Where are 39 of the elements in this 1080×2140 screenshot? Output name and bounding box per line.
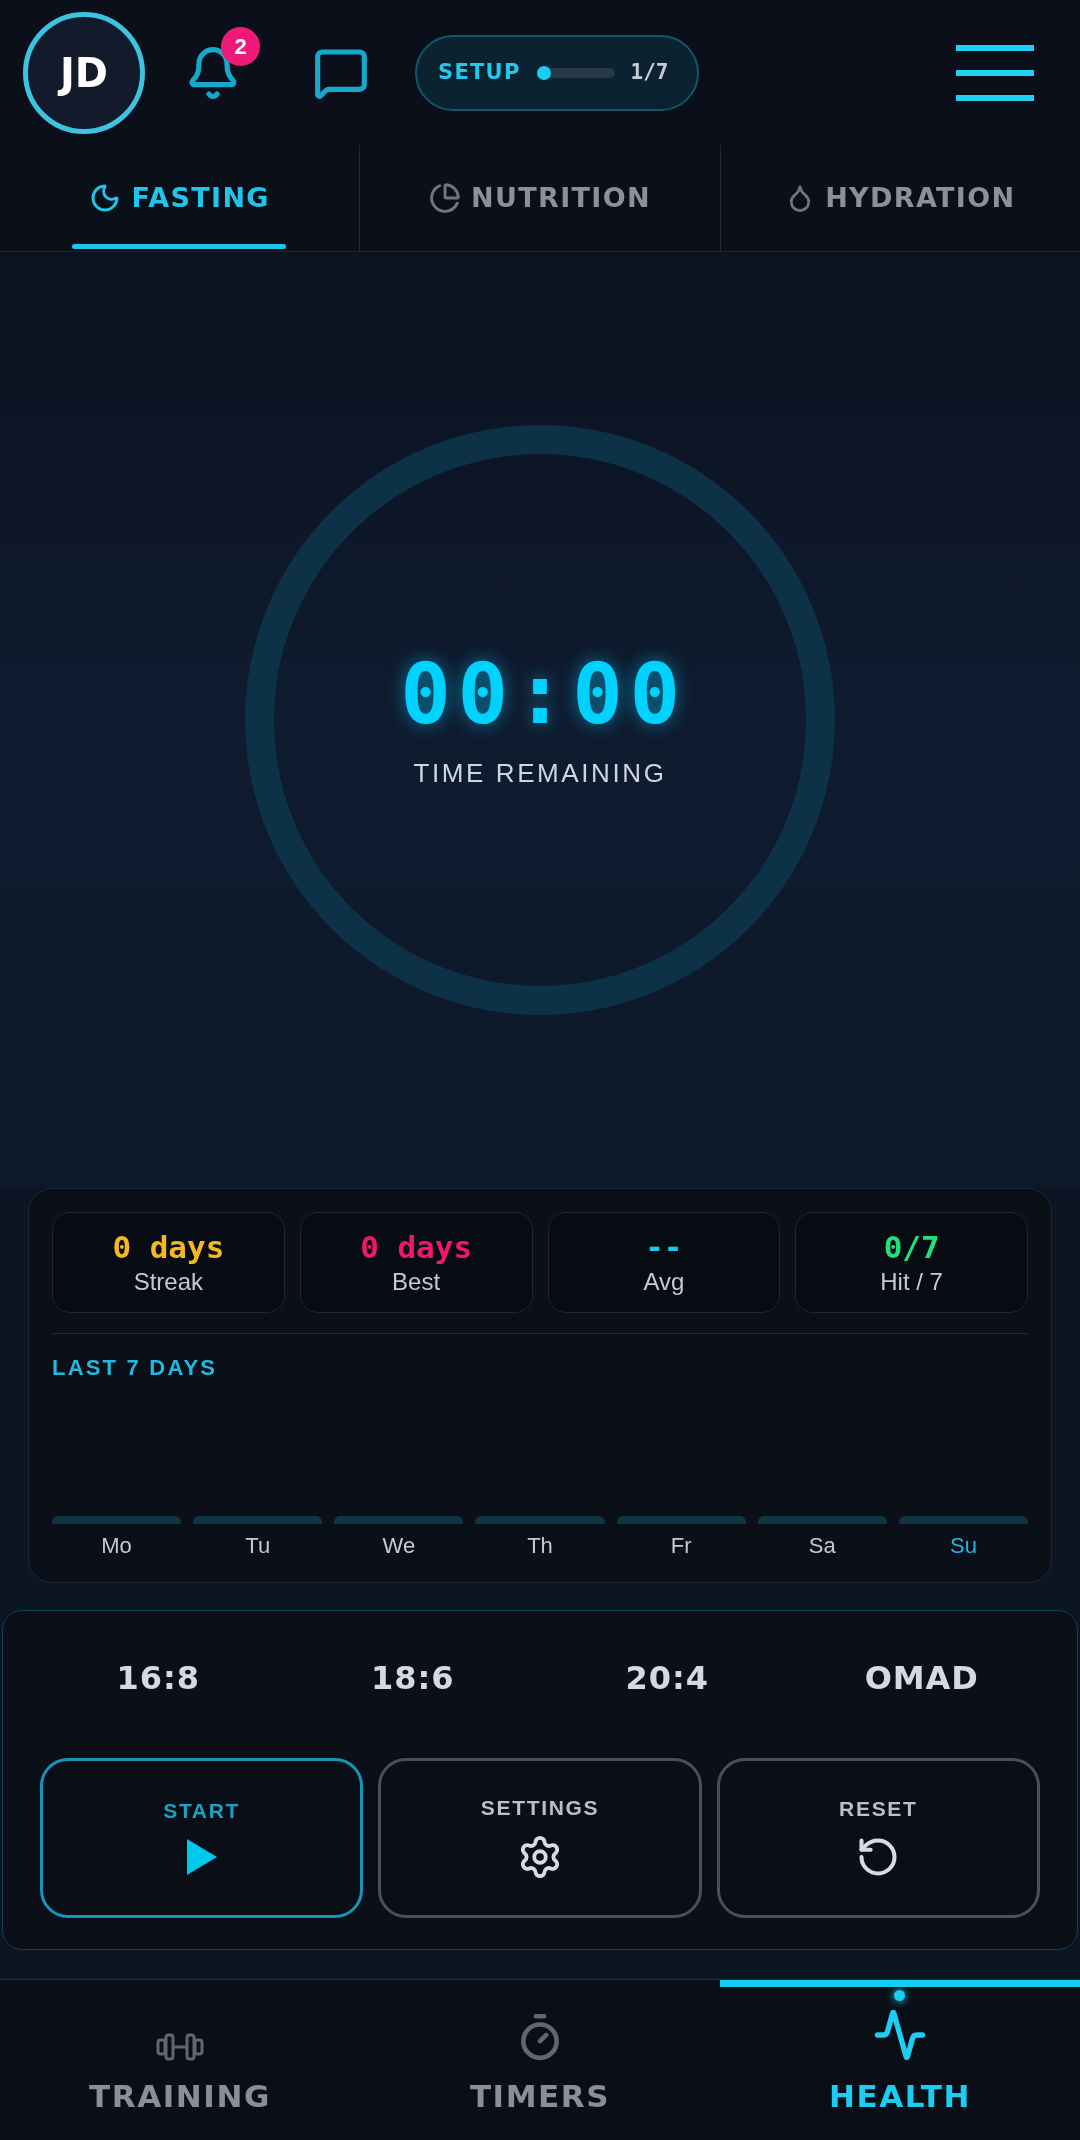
history-title: LAST 7 DAYS: [52, 1355, 219, 1381]
dumbbell-icon: [156, 2032, 204, 2062]
stat-value: 0 days: [360, 1229, 473, 1265]
day-label: Fr: [669, 1533, 693, 1559]
category-tab[interactable]: NUTRITION: [359, 145, 720, 251]
play-icon: [184, 1837, 219, 1877]
day-label: Su: [948, 1533, 978, 1559]
day-label: Sa: [807, 1533, 837, 1559]
day-label: Tu: [244, 1533, 272, 1559]
preset-option[interactable]: 16:8: [116, 1658, 200, 1698]
stat-value: 0 days: [112, 1229, 225, 1265]
stat-label: Streak: [133, 1268, 204, 1296]
stat-label: Best: [392, 1268, 441, 1296]
timer-display: 00:00: [399, 652, 687, 736]
stat-value: 0/7: [883, 1229, 940, 1265]
day-label: Mo: [100, 1533, 133, 1559]
preset-option[interactable]: OMAD: [864, 1658, 979, 1698]
notification-badge: 2: [221, 26, 260, 66]
avatar-button[interactable]: JD: [23, 11, 145, 134]
stat-value: --: [645, 1229, 683, 1265]
nav-tab[interactable]: TIMERS: [360, 1980, 720, 2140]
pulse-line-icon: [873, 2008, 927, 2062]
start-button[interactable]: START: [40, 1758, 364, 1918]
category-tab[interactable]: HYDRATION: [719, 145, 1080, 251]
category-tab[interactable]: FASTING: [0, 145, 360, 251]
nav-tab[interactable]: TRAINING: [0, 1980, 360, 2140]
menu-button[interactable]: [956, 43, 1034, 102]
stat-label: Avg: [643, 1268, 685, 1296]
preset-option[interactable]: 20:4: [625, 1658, 709, 1698]
preset-option[interactable]: 18:6: [371, 1658, 455, 1698]
setup-progress-button[interactable]: SETUP 1/7: [415, 34, 699, 111]
reset-button[interactable]: RESET: [716, 1758, 1040, 1918]
settings-button[interactable]: SETTINGS: [378, 1758, 702, 1918]
day-label: We: [381, 1533, 417, 1559]
timer-caption: TIME REMAINING: [413, 758, 667, 788]
day-label: Th: [526, 1533, 554, 1559]
stat-label: Hit / 7: [880, 1268, 943, 1296]
nav-tab[interactable]: HEALTH: [720, 1980, 1080, 2140]
pie-chart-icon: [429, 182, 461, 214]
